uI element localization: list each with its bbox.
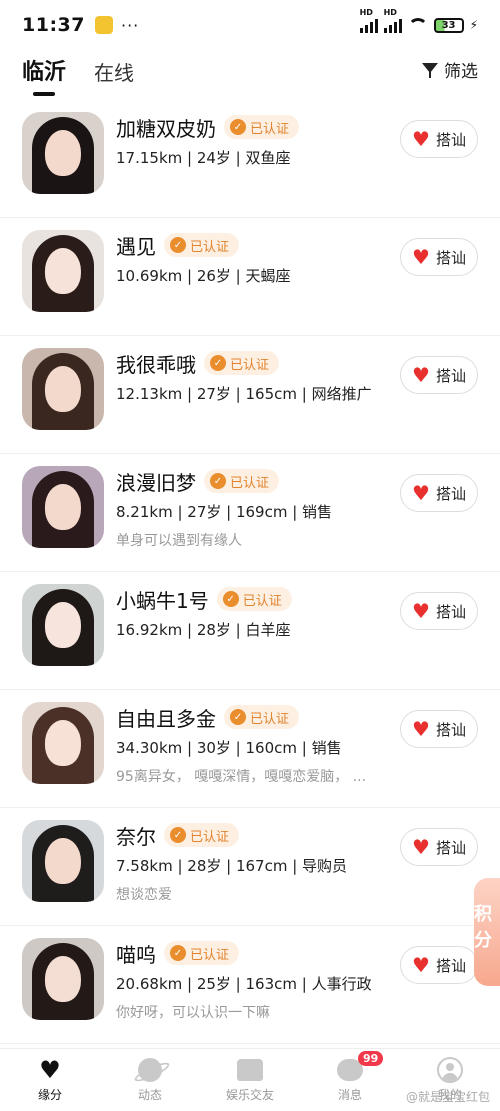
greet-button[interactable]: ♥ 搭讪 xyxy=(400,238,478,276)
verified-check-icon: ✓ xyxy=(222,591,239,607)
verified-check-icon: ✓ xyxy=(170,827,186,843)
verified-check-icon: ✓ xyxy=(210,355,226,371)
nav-messages[interactable]: 99 消息 xyxy=(300,1049,400,1111)
planet-icon xyxy=(138,1058,162,1082)
verified-check-icon: ✓ xyxy=(230,119,246,135)
verified-badge: ✓ 已认证 xyxy=(164,941,240,965)
user-name: 加糖双皮奶 xyxy=(116,116,216,141)
heart-icon: ♥ xyxy=(412,953,430,977)
nav-moments[interactable]: 动态 xyxy=(100,1049,200,1111)
user-card[interactable]: 奈尔 ✓ 已认证 7.58km | 28岁 | 167cm | 导购员 想谈恋爱 … xyxy=(0,808,500,926)
user-name: 自由且多金 xyxy=(116,706,216,731)
user-avatar[interactable] xyxy=(22,348,104,430)
user-name: 我很乖哦 xyxy=(116,352,196,377)
heart-icon: ♥ xyxy=(412,481,430,505)
user-avatar[interactable] xyxy=(22,702,104,784)
user-list: 加糖双皮奶 ✓ 已认证 17.15km | 24岁 | 双鱼座 ♥ 搭讪 遇见 ✓ 已… xyxy=(0,100,500,1044)
user-card[interactable]: 我很乖哦 ✓ 已认证 12.13km | 27岁 | 165cm | 网络推广 ♥… xyxy=(0,336,500,454)
tab-online[interactable]: 在线 xyxy=(94,57,134,92)
heart-icon: ♥ xyxy=(412,127,430,151)
heart-icon: ♥ xyxy=(39,1056,61,1084)
notification-app-icon xyxy=(94,16,113,34)
user-bio: 单身可以遇到有缘人 xyxy=(116,533,242,549)
user-avatar[interactable] xyxy=(22,466,104,548)
verified-badge: ✓ 已认证 xyxy=(204,351,280,375)
nav-fate[interactable]: ♥ 缘分 xyxy=(0,1049,100,1111)
verified-check-icon: ✓ xyxy=(210,473,226,489)
verified-badge: ✓ 已认证 xyxy=(224,115,300,139)
user-avatar[interactable] xyxy=(22,112,104,194)
signal-2-icon: HD xyxy=(383,8,402,33)
watermark: @就是宝宝红包 xyxy=(405,1090,490,1104)
heart-icon: ♥ xyxy=(412,599,430,623)
verified-badge: ✓ 已认证 xyxy=(164,233,240,257)
wifi-icon xyxy=(407,18,428,32)
tab-nearby[interactable]: 临沂 xyxy=(22,54,66,92)
user-name: 奈尔 xyxy=(116,824,156,849)
top-tabs: 临沂 在线 筛选 xyxy=(0,50,500,98)
verified-badge: ✓ 已认证 xyxy=(216,587,292,611)
heart-icon: ♥ xyxy=(412,245,430,269)
user-name: 喵呜 xyxy=(116,942,156,967)
user-bio: 想谈恋爱 xyxy=(116,887,172,903)
heart-icon: ♥ xyxy=(412,363,430,387)
greet-button[interactable]: ♥ 搭讪 xyxy=(400,356,478,394)
greet-button[interactable]: ♥ 搭讪 xyxy=(400,474,478,512)
user-card[interactable]: 自由且多金 ✓ 已认证 34.30km | 30岁 | 160cm | 销售 95… xyxy=(0,690,500,808)
user-card[interactable]: 遇见 ✓ 已认证 10.69km | 26岁 | 天蝎座 ♥ 搭讪 xyxy=(0,218,500,336)
user-name: 遇见 xyxy=(116,234,156,259)
user-bio: 你好呀，可以认识一下嘛 xyxy=(116,1005,270,1021)
live-room-icon xyxy=(237,1059,263,1081)
greet-button[interactable]: ♥ 搭讪 xyxy=(400,592,478,630)
verified-badge: ✓ 已认证 xyxy=(224,705,300,729)
greet-button[interactable]: ♥ 搭讪 xyxy=(400,120,478,158)
user-card[interactable]: 喵呜 ✓ 已认证 20.68km | 25岁 | 163cm | 人事行政 你好呀… xyxy=(0,926,500,1044)
nav-entertainment[interactable]: 娱乐交友 xyxy=(200,1049,300,1111)
filter-label: 筛选 xyxy=(444,62,478,82)
verified-check-icon: ✓ xyxy=(170,945,186,961)
message-count-badge: 99 xyxy=(358,1051,384,1066)
bottom-nav: ♥ 缘分 动态 娱乐交友 99 消息 我的 @就是宝宝红包 xyxy=(0,1048,500,1111)
greet-button[interactable]: ♥ 搭讪 xyxy=(400,828,478,866)
more-notifications-icon: ··· xyxy=(120,15,140,35)
filter-button[interactable]: 筛选 xyxy=(422,57,478,82)
profile-icon xyxy=(437,1057,463,1083)
charging-icon: ⚡ xyxy=(469,18,478,32)
heart-icon: ♥ xyxy=(412,717,430,741)
user-avatar[interactable] xyxy=(22,230,104,312)
user-avatar[interactable] xyxy=(22,938,104,1020)
greet-button[interactable]: ♥ 搭讪 xyxy=(400,710,478,748)
status-time: 11:37 xyxy=(22,14,85,36)
points-floating-tab[interactable]: 积分 xyxy=(474,878,500,986)
user-card[interactable]: 浪漫旧梦 ✓ 已认证 8.21km | 27岁 | 169cm | 销售 单身可以… xyxy=(0,454,500,572)
user-bio: 95离异女， 嘎嘎深情，嘎嘎恋爱脑， ... xyxy=(116,769,367,785)
status-bar: 11:37 ··· HD HD 33 ⚡ xyxy=(0,0,500,50)
user-avatar[interactable] xyxy=(22,820,104,902)
user-card[interactable]: 加糖双皮奶 ✓ 已认证 17.15km | 24岁 | 双鱼座 ♥ 搭讪 xyxy=(0,100,500,218)
greet-button[interactable]: ♥ 搭讪 xyxy=(400,946,478,984)
user-card[interactable]: 小蜗牛1号 ✓ 已认证 16.92km | 28岁 | 白羊座 ♥ 搭讪 xyxy=(0,572,500,690)
user-name: 小蜗牛1号 xyxy=(116,588,209,613)
verified-badge: ✓ 已认证 xyxy=(164,823,240,847)
signal-1-icon: HD xyxy=(359,8,378,33)
verified-badge: ✓ 已认证 xyxy=(204,469,280,493)
verified-check-icon: ✓ xyxy=(170,237,186,253)
battery-icon: 33 xyxy=(433,17,464,33)
user-avatar[interactable] xyxy=(22,584,104,666)
verified-check-icon: ✓ xyxy=(230,709,246,725)
user-name: 浪漫旧梦 xyxy=(116,470,196,495)
filter-icon xyxy=(422,62,438,78)
heart-icon: ♥ xyxy=(412,835,430,859)
